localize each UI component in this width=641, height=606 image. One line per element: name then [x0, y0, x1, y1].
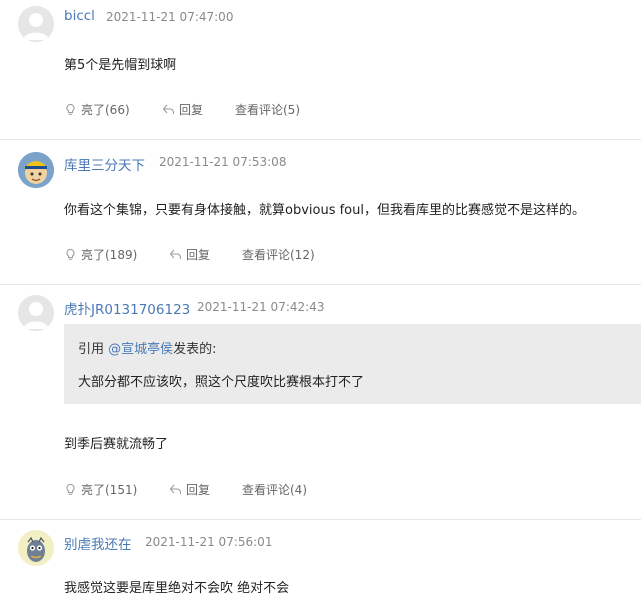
avatar[interactable]: [18, 152, 54, 188]
username[interactable]: 别虐我还在: [64, 533, 132, 553]
username[interactable]: 库里三分天下: [64, 154, 145, 174]
like-button[interactable]: 亮了(151): [64, 481, 137, 498]
reply-arrow-icon: [169, 484, 181, 494]
username[interactable]: biccl: [64, 8, 95, 24]
quote-text: 大部分都不应该吹，照这个尺度吹比赛根本打不了: [78, 375, 365, 390]
quote-header: 引用 @宣城亭侯发表的:: [78, 338, 217, 357]
comment-item: 库里三分天下 2021-11-21 07:53:08 你看这个集锦，只要有身体接…: [0, 140, 641, 285]
timestamp: 2021-11-21 07:42:43: [197, 300, 325, 314]
avatar[interactable]: [18, 530, 54, 566]
like-count: 亮了(151): [81, 483, 138, 497]
avatar[interactable]: [18, 6, 54, 42]
comment-item: 别虐我还在 2021-11-21 07:56:01 我感觉这要是库里绝对不会吹 …: [0, 520, 641, 606]
comment-text: 到季后赛就流畅了: [64, 437, 169, 452]
like-count: 亮了(189): [81, 248, 138, 262]
view-comments-link[interactable]: 查看评论(12): [242, 246, 315, 263]
quote-mention-link[interactable]: @宣城亭侯: [108, 342, 173, 357]
quote-suffix: 发表的:: [173, 342, 217, 357]
reply-label: 回复: [186, 248, 211, 262]
avatar[interactable]: [18, 295, 54, 331]
reply-button[interactable]: 回复: [162, 101, 203, 118]
timestamp: 2021-11-21 07:56:01: [145, 535, 273, 549]
quote-block: 引用 @宣城亭侯发表的: 大部分都不应该吹，照这个尺度吹比赛根本打不了: [64, 324, 641, 404]
view-comments-link[interactable]: 查看评论(4): [242, 481, 307, 498]
lightbulb-icon: [66, 483, 75, 495]
comment-text: 我感觉这要是库里绝对不会吹 绝对不会: [64, 581, 290, 596]
lightbulb-icon: [66, 103, 75, 115]
view-comments-link[interactable]: 查看评论(5): [235, 101, 300, 118]
comment-item: biccl 2021-11-21 07:47:00 第5个是先帽到球啊 亮了(6…: [0, 0, 641, 140]
reply-arrow-icon: [169, 249, 181, 259]
comment-item: 虎扑JR0131706123 2021-11-21 07:42:43 引用 @宣…: [0, 285, 641, 519]
lightbulb-icon: [66, 248, 75, 260]
like-count: 亮了(66): [81, 103, 130, 117]
timestamp: 2021-11-21 07:53:08: [159, 155, 287, 169]
reply-label: 回复: [186, 483, 211, 497]
timestamp: 2021-11-21 07:47:00: [106, 10, 234, 24]
like-button[interactable]: 亮了(66): [64, 101, 130, 118]
reply-label: 回复: [179, 103, 204, 117]
username[interactable]: 虎扑JR0131706123: [64, 298, 190, 318]
reply-button[interactable]: 回复: [169, 246, 210, 263]
reply-button[interactable]: 回复: [169, 481, 210, 498]
quote-prefix: 引用: [78, 342, 109, 357]
like-button[interactable]: 亮了(189): [64, 246, 137, 263]
comment-text: 你看这个集锦，只要有身体接触，就算obvious foul，但我看库里的比赛感觉…: [64, 203, 585, 218]
reply-arrow-icon: [162, 104, 174, 114]
comment-text: 第5个是先帽到球啊: [64, 58, 177, 73]
